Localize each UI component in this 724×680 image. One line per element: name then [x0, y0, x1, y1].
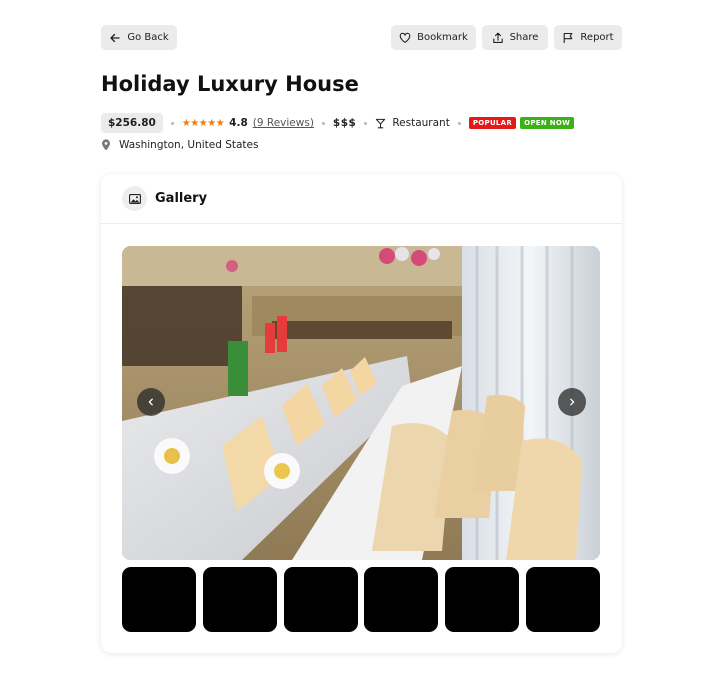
- reviews-link[interactable]: (9 Reviews): [253, 117, 314, 129]
- gallery-thumbnail[interactable]: [445, 567, 520, 632]
- gallery-title: Gallery: [155, 191, 208, 206]
- gallery-card: Gallery: [101, 174, 622, 653]
- heart-icon: [399, 32, 411, 43]
- location-row: Washington, United States: [101, 139, 258, 151]
- gallery-thumbnail[interactable]: [122, 567, 196, 632]
- separator-dot: [321, 121, 325, 125]
- page-title: Holiday Luxury House: [101, 72, 359, 96]
- chevron-right-icon: [570, 398, 575, 406]
- separator-dot: [364, 121, 368, 125]
- gallery-thumbnail[interactable]: [202, 567, 277, 632]
- cocktail-glass-icon: [376, 118, 386, 128]
- price-badge: $256.80: [101, 113, 163, 133]
- flag-icon: [564, 32, 573, 43]
- separator-dot: [170, 121, 174, 125]
- rating-value: 4.8: [229, 117, 248, 129]
- bookmark-button[interactable]: Bookmark: [391, 25, 476, 50]
- chevron-left-icon: [148, 398, 153, 406]
- share-button[interactable]: Share: [482, 25, 548, 50]
- listing-meta-row: $256.80 ★★★★★ 4.8 (9 Reviews) $$$ Restau…: [101, 113, 575, 133]
- cost-level: $$$: [332, 117, 357, 129]
- report-label: Report: [580, 32, 614, 43]
- category-label: Restaurant: [392, 117, 450, 129]
- restaurant-photo: [122, 246, 600, 560]
- go-back-label: Go Back: [127, 32, 169, 43]
- popular-badge: POPULAR: [468, 117, 517, 129]
- open-now-badge: OPEN NOW: [520, 117, 575, 129]
- location-text: Washington, United States: [119, 139, 259, 151]
- gallery-card-header: Gallery: [101, 174, 622, 224]
- rating-stars: ★★★★★: [181, 117, 225, 129]
- gallery-thumbnail[interactable]: [283, 567, 358, 632]
- gallery-prev-button[interactable]: [137, 388, 165, 416]
- gallery-next-button[interactable]: [558, 388, 586, 416]
- report-button[interactable]: Report: [554, 25, 622, 50]
- separator-dot: [457, 121, 461, 125]
- share-icon: [492, 32, 503, 43]
- share-label: Share: [509, 32, 539, 43]
- go-back-button[interactable]: Go Back: [101, 25, 177, 50]
- gallery-thumbnail[interactable]: [525, 567, 600, 632]
- bookmark-label: Bookmark: [417, 32, 468, 43]
- gallery-thumbnail[interactable]: [364, 567, 439, 632]
- gallery-thumbnails: [122, 567, 600, 632]
- map-pin-icon: [102, 139, 110, 151]
- image-icon: [122, 186, 147, 211]
- arrow-left-icon: [110, 33, 120, 42]
- gallery-main-image: [122, 246, 600, 560]
